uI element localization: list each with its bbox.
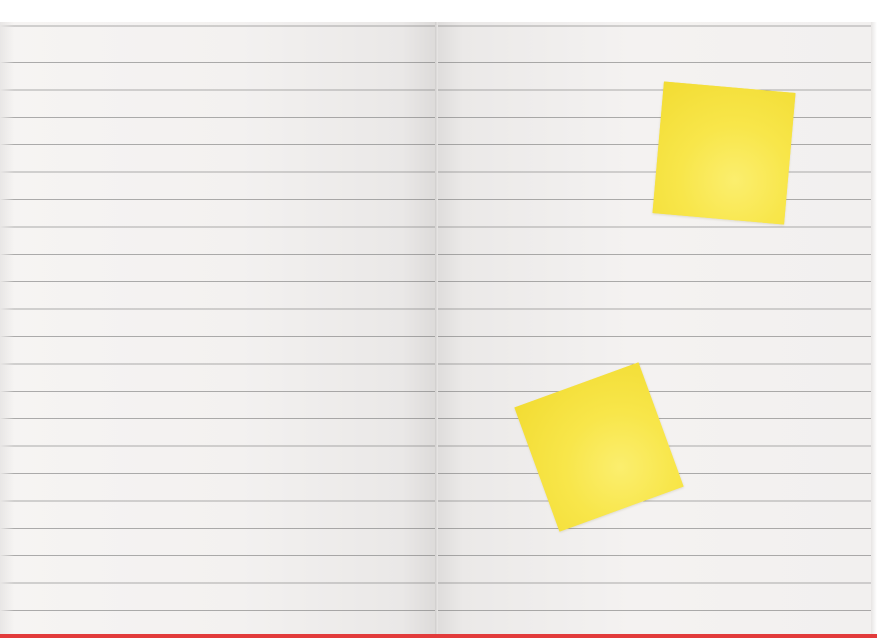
left-lined-page bbox=[0, 22, 437, 634]
sticky-note-upper-right bbox=[652, 81, 796, 225]
page-edge bbox=[871, 22, 877, 634]
notebook-spine bbox=[435, 22, 438, 634]
notebook-photo bbox=[0, 0, 877, 638]
right-lined-page bbox=[437, 22, 871, 634]
